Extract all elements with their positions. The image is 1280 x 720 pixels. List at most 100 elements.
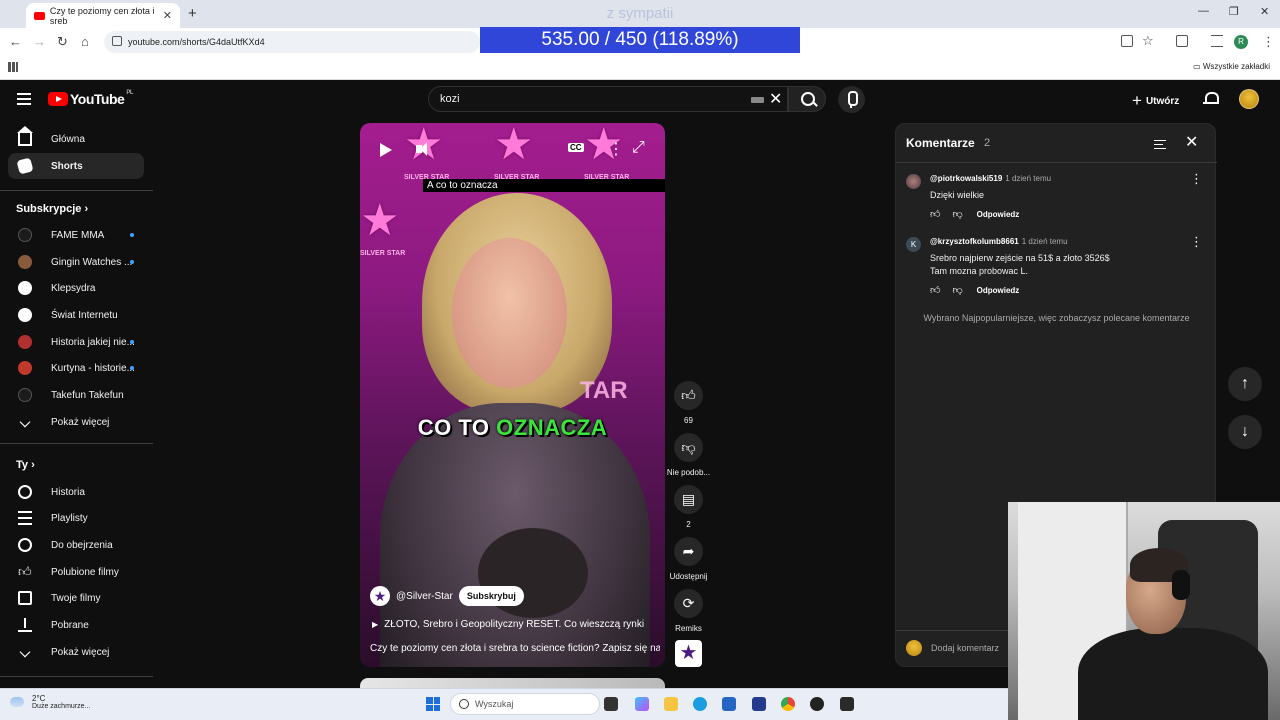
- clear-search-icon[interactable]: ✕: [769, 89, 782, 109]
- sidebar-item-history[interactable]: Historia: [8, 479, 144, 505]
- sidebar-channel[interactable]: Gingin Watches ...: [8, 249, 144, 275]
- video-description[interactable]: Czy te poziomy cen złota i srebra to sci…: [370, 643, 660, 654]
- comment-avatar[interactable]: K: [906, 237, 921, 252]
- close-icon[interactable]: ✕: [1185, 132, 1198, 152]
- weather-widget[interactable]: 2°C Duże zachmurze...: [10, 694, 90, 710]
- dislike-button[interactable]: 👎︎: [674, 433, 703, 462]
- add-comment-field[interactable]: Dodaj komentarz: [906, 640, 999, 656]
- install-app-icon[interactable]: [1121, 35, 1133, 47]
- sidebar-item-playlists[interactable]: Playlisty: [8, 505, 144, 531]
- sidebar-item-your-videos[interactable]: Twoje filmy: [8, 585, 144, 611]
- reply-button[interactable]: Odpowiedz: [977, 210, 1020, 219]
- thumb-up-icon[interactable]: 👍︎: [930, 284, 940, 296]
- like-button[interactable]: 👍︎: [674, 381, 703, 410]
- keyboard-icon[interactable]: [751, 97, 764, 103]
- comment-more-icon[interactable]: ⋮: [1190, 234, 1203, 250]
- site-info-icon[interactable]: [112, 36, 122, 46]
- reading-list-icon[interactable]: [1211, 35, 1223, 47]
- sidebar-item-downloads[interactable]: Pobrane: [8, 612, 144, 638]
- forward-icon[interactable]: →: [33, 34, 46, 49]
- minimize-icon[interactable]: —: [1198, 5, 1209, 17]
- channel-avatar: [18, 281, 32, 295]
- all-bookmarks[interactable]: ▭ Wszystkie zakładki: [1193, 62, 1270, 71]
- sound-thumbnail-star-icon[interactable]: ★: [675, 640, 702, 667]
- more-options-icon[interactable]: [598, 138, 626, 162]
- search-input[interactable]: kozi ✕: [428, 86, 788, 112]
- fullscreen-icon[interactable]: [626, 138, 654, 162]
- obs-icon[interactable]: [810, 697, 824, 711]
- sidebar-channel[interactable]: Takefun Takefun: [8, 382, 144, 408]
- volume-icon[interactable]: [410, 138, 438, 162]
- thumb-up-icon[interactable]: 👍︎: [930, 208, 940, 220]
- outlook-icon[interactable]: [722, 697, 736, 711]
- new-tab-icon[interactable]: +: [188, 5, 197, 22]
- comment-author[interactable]: @krzysztofkolumb8661 1 dzień temu: [930, 237, 1068, 246]
- sidebar-channel[interactable]: Kurtyna - historie...: [8, 355, 144, 381]
- comments-button[interactable]: ▤: [674, 485, 703, 514]
- file-explorer-icon[interactable]: [664, 697, 678, 711]
- extensions-icon[interactable]: [1176, 35, 1188, 47]
- share-button[interactable]: ➦: [674, 537, 703, 566]
- youtube-logo[interactable]: YouTube PL: [48, 90, 133, 107]
- channel-avatar-star-icon[interactable]: ★: [370, 586, 390, 606]
- next-short-arrow-down-icon[interactable]: ↓: [1228, 415, 1262, 449]
- apps-grid-icon[interactable]: [8, 62, 18, 72]
- task-view-icon[interactable]: [604, 697, 618, 711]
- sidebar-item-liked[interactable]: 👍︎ Polubione filmy: [8, 559, 144, 585]
- menu-icon[interactable]: [17, 93, 31, 105]
- comment-more-icon[interactable]: ⋮: [1190, 171, 1203, 187]
- edge-icon[interactable]: [693, 697, 707, 711]
- profile-avatar[interactable]: R: [1234, 35, 1248, 49]
- closed-captions-icon[interactable]: [566, 138, 594, 162]
- comment-avatar[interactable]: [906, 174, 921, 189]
- play-icon[interactable]: [370, 138, 398, 162]
- bookmark-star-icon[interactable]: ☆: [1142, 33, 1154, 49]
- app-icon[interactable]: [840, 697, 854, 711]
- thumb-down-icon[interactable]: 👎︎: [952, 208, 962, 220]
- sort-icon[interactable]: [1154, 140, 1166, 149]
- remix-button[interactable]: ⟳: [674, 589, 703, 618]
- subscriptions-heading[interactable]: Subskrypcje ›: [16, 203, 88, 215]
- next-short-preview[interactable]: [360, 678, 665, 688]
- chrome-icon[interactable]: [781, 697, 795, 711]
- sidebar-show-more-you[interactable]: Pokaż więcej: [8, 639, 144, 665]
- store-icon[interactable]: [752, 697, 766, 711]
- browser-menu-icon[interactable]: ⋮: [1262, 34, 1275, 50]
- account-avatar[interactable]: [1239, 89, 1259, 109]
- reload-icon[interactable]: ↻: [57, 34, 68, 50]
- create-button[interactable]: + Utwórz: [1132, 91, 1179, 111]
- reply-button[interactable]: Odpowiedz: [977, 286, 1020, 295]
- channel-handle[interactable]: @Silver-Star: [396, 591, 453, 602]
- channel-avatar: [18, 361, 32, 375]
- previous-short-arrow-up-icon[interactable]: ↑: [1228, 367, 1262, 401]
- windows-start-icon[interactable]: [426, 697, 440, 711]
- voice-search-icon[interactable]: [838, 86, 865, 113]
- taskbar-search[interactable]: Wyszukaj: [450, 693, 600, 715]
- home-button-icon[interactable]: ⌂: [81, 34, 89, 49]
- stream-overlay-text: z sympatii: [606, 5, 674, 22]
- sidebar-item-home[interactable]: Główna: [8, 126, 144, 152]
- subscribe-button[interactable]: Subskrybuj: [458, 586, 524, 606]
- shorts-video-player[interactable]: ★ SILVER STAR ★ SILVER STAR ★ SILVER STA…: [360, 123, 665, 667]
- close-window-icon[interactable]: ✕: [1260, 5, 1269, 18]
- comment-author[interactable]: @piotrkowalski519 1 dzień temu: [930, 174, 1051, 183]
- sidebar-channel[interactable]: Świat Internetu: [8, 302, 144, 328]
- sidebar-divider: [0, 443, 153, 444]
- search-button[interactable]: [788, 86, 826, 112]
- sidebar-channel[interactable]: Historia jakiej nie...: [8, 329, 144, 355]
- sidebar-channel[interactable]: FAME MMA: [8, 222, 144, 248]
- sidebar-item-watch-later[interactable]: Do obejrzenia: [8, 532, 144, 558]
- restore-icon[interactable]: ❐: [1229, 5, 1239, 18]
- sidebar-show-more-subs[interactable]: Pokaż więcej: [8, 409, 144, 435]
- video-title-row[interactable]: ▶ ZŁOTO, Srebro i Geopolityczny RESET. C…: [372, 619, 644, 630]
- tab-close-icon[interactable]: ✕: [163, 9, 172, 22]
- address-bar[interactable]: youtube.com/shorts/G4daUtfKXd4: [104, 31, 480, 53]
- thumb-down-icon[interactable]: 👎︎: [952, 284, 962, 296]
- you-heading[interactable]: Ty ›: [16, 459, 35, 471]
- copilot-icon[interactable]: [635, 697, 649, 711]
- browser-tab[interactable]: Czy te poziomy cen złota i sreb ✕: [26, 3, 180, 28]
- back-icon[interactable]: ←: [9, 34, 22, 49]
- sidebar-channel[interactable]: Klepsydra: [8, 275, 144, 301]
- sidebar-item-shorts[interactable]: Shorts: [8, 153, 144, 179]
- notifications-bell-icon[interactable]: [1203, 91, 1219, 105]
